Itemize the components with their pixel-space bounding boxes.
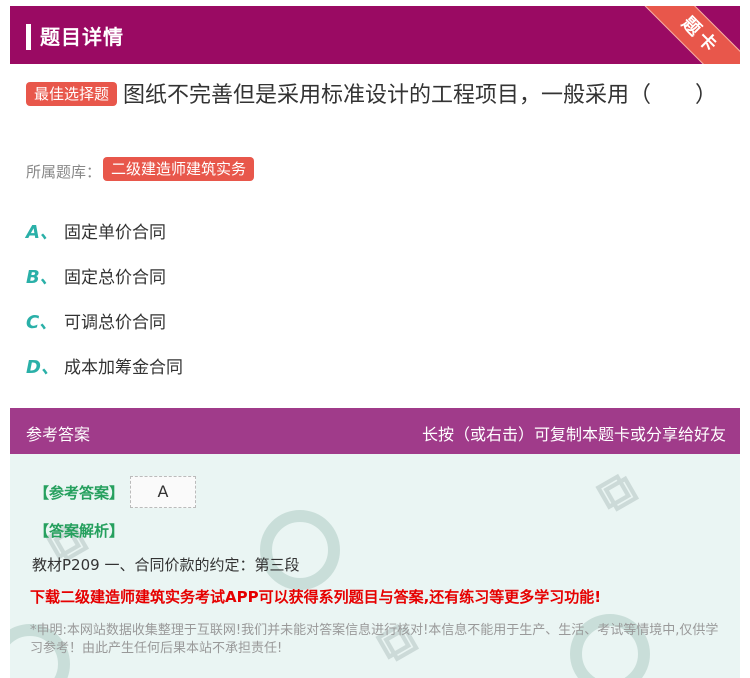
explanation-text: 教材P209 一、合同价款的约定：第三段 bbox=[32, 556, 300, 574]
watermark-logo-icon bbox=[260, 510, 340, 590]
option-a[interactable]: A、 固定单价合同 bbox=[26, 208, 183, 253]
source-label: 所属题库： bbox=[26, 163, 102, 181]
source-tag[interactable]: 二级建造师建筑实务 bbox=[103, 157, 255, 181]
answer-section-title: 参考答案 bbox=[26, 425, 91, 444]
question-type-tag: 最佳选择题 bbox=[26, 82, 118, 106]
question-text: 图纸不完善但是采用标准设计的工程项目，一般采用（ ） bbox=[123, 83, 718, 108]
explanation-label: 【答案解析】 bbox=[34, 522, 125, 540]
option-text: 成本加筹金合同 bbox=[64, 358, 183, 378]
question-source: 所属题库： 二级建造师建筑实务 bbox=[26, 157, 260, 185]
disclaimer-text: *申明:本网站数据收集整理于互联网!我们并未能对答案信息进行核对!本信息不能用于… bbox=[30, 623, 719, 656]
watermark-glyph-icon: ⧉ bbox=[588, 459, 646, 525]
option-letter: A、 bbox=[26, 221, 58, 243]
option-text: 固定总价合同 bbox=[64, 268, 166, 288]
answer-value: A bbox=[130, 476, 196, 508]
option-letter: C、 bbox=[26, 311, 58, 333]
answer-body: ⧉ ⧉ ⧉ 【参考答案】 A 【答案解析】 教材P209 一、合同价款的约定：第… bbox=[10, 454, 740, 678]
header-bar: 题目详情 题卡 bbox=[10, 6, 740, 64]
option-d[interactable]: D、 成本加筹金合同 bbox=[26, 343, 183, 388]
share-hint: 长按（或右击）可复制本题卡或分享给好友 bbox=[421, 425, 726, 444]
page-title: 题目详情 bbox=[40, 25, 124, 49]
title-accent-bar bbox=[26, 24, 31, 50]
option-letter: D、 bbox=[26, 356, 59, 378]
option-c[interactable]: C、 可调总价合同 bbox=[26, 298, 183, 343]
card-ribbon: 题卡 bbox=[633, 6, 740, 64]
answer-label: 【参考答案】 bbox=[34, 484, 125, 502]
option-b[interactable]: B、 固定总价合同 bbox=[26, 253, 183, 298]
question-text-block: 最佳选择题 图纸不完善但是采用标准设计的工程项目，一般采用（ ） bbox=[26, 78, 726, 114]
options-list: A、 固定单价合同 B、 固定总价合同 C、 可调总价合同 D、 成本加筹金合同 bbox=[26, 208, 183, 388]
option-text: 可调总价合同 bbox=[64, 313, 166, 333]
app-promo-link[interactable]: 下载二级建造师建筑实务考试APP可以获得系列题目与答案,还有练习等更多学习功能! bbox=[30, 586, 601, 607]
answer-header: 参考答案 长按（或右击）可复制本题卡或分享给好友 bbox=[10, 408, 740, 454]
option-text: 固定单价合同 bbox=[64, 223, 166, 243]
option-letter: B、 bbox=[26, 266, 58, 288]
